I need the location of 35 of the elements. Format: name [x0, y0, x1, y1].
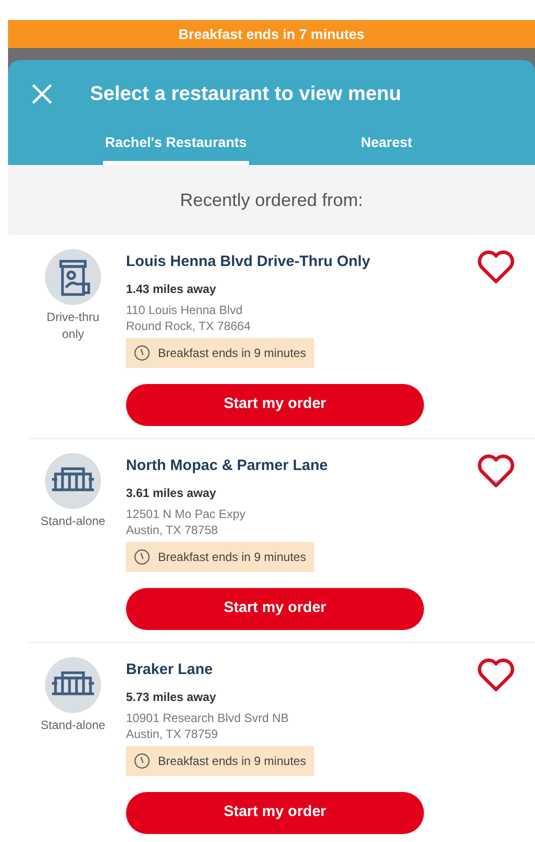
address-line: Austin, TX 78758 — [126, 522, 219, 538]
tab[interactable]: Nearest — [358, 132, 414, 165]
notice-text: Breakfast ends in 9 minutes — [158, 548, 306, 566]
restaurant-name: North Mopac & Parmer Lane — [126, 456, 329, 476]
section-title: Recently ordered from: — [180, 188, 364, 212]
distance: 5.73 miles away — [126, 688, 218, 706]
address-line: Round Rock, TX 78664 — [126, 318, 252, 334]
notice-text: Breakfast ends in 9 minutes — [158, 752, 306, 770]
address-line: 110 Louis Henna Blvd — [126, 302, 244, 318]
store-type-label: Stand-alone — [40, 513, 106, 530]
heart-icon[interactable] — [475, 249, 517, 285]
start-order-button[interactable]: Start my order — [126, 792, 424, 834]
distance: 3.61 miles away — [126, 484, 218, 502]
start-order-button[interactable]: Start my order — [126, 588, 424, 630]
restaurant-name: Louis Henna Blvd Drive-Thru Only — [126, 252, 372, 272]
store-icon — [45, 249, 101, 305]
distance: 1.43 miles away — [126, 280, 218, 298]
address-line: 12501 N Mo Pac Expy — [126, 506, 246, 522]
heart-icon[interactable] — [475, 453, 517, 489]
close-icon[interactable] — [30, 82, 54, 106]
restaurant-name: Braker Lane — [126, 660, 214, 680]
address-line: Austin, TX 78759 — [126, 726, 219, 742]
heart-icon[interactable] — [475, 657, 517, 693]
clock-icon — [134, 344, 150, 360]
banner: Breakfast ends in 7 minutes — [8, 20, 535, 48]
address-line: 10901 Research Blvd Svrd NB — [126, 710, 290, 726]
notice-text: Breakfast ends in 9 minutes — [158, 344, 306, 362]
store-icon — [45, 453, 101, 509]
clock-icon — [134, 752, 150, 768]
header-title: Select a restaurant to view menu — [90, 82, 402, 107]
store-type-label: Drive-thru only — [46, 309, 100, 343]
start-order-button[interactable]: Start my order — [126, 384, 424, 426]
clock-icon — [134, 548, 150, 564]
store-type-label: Stand-alone — [40, 717, 106, 734]
store-icon — [45, 657, 101, 713]
